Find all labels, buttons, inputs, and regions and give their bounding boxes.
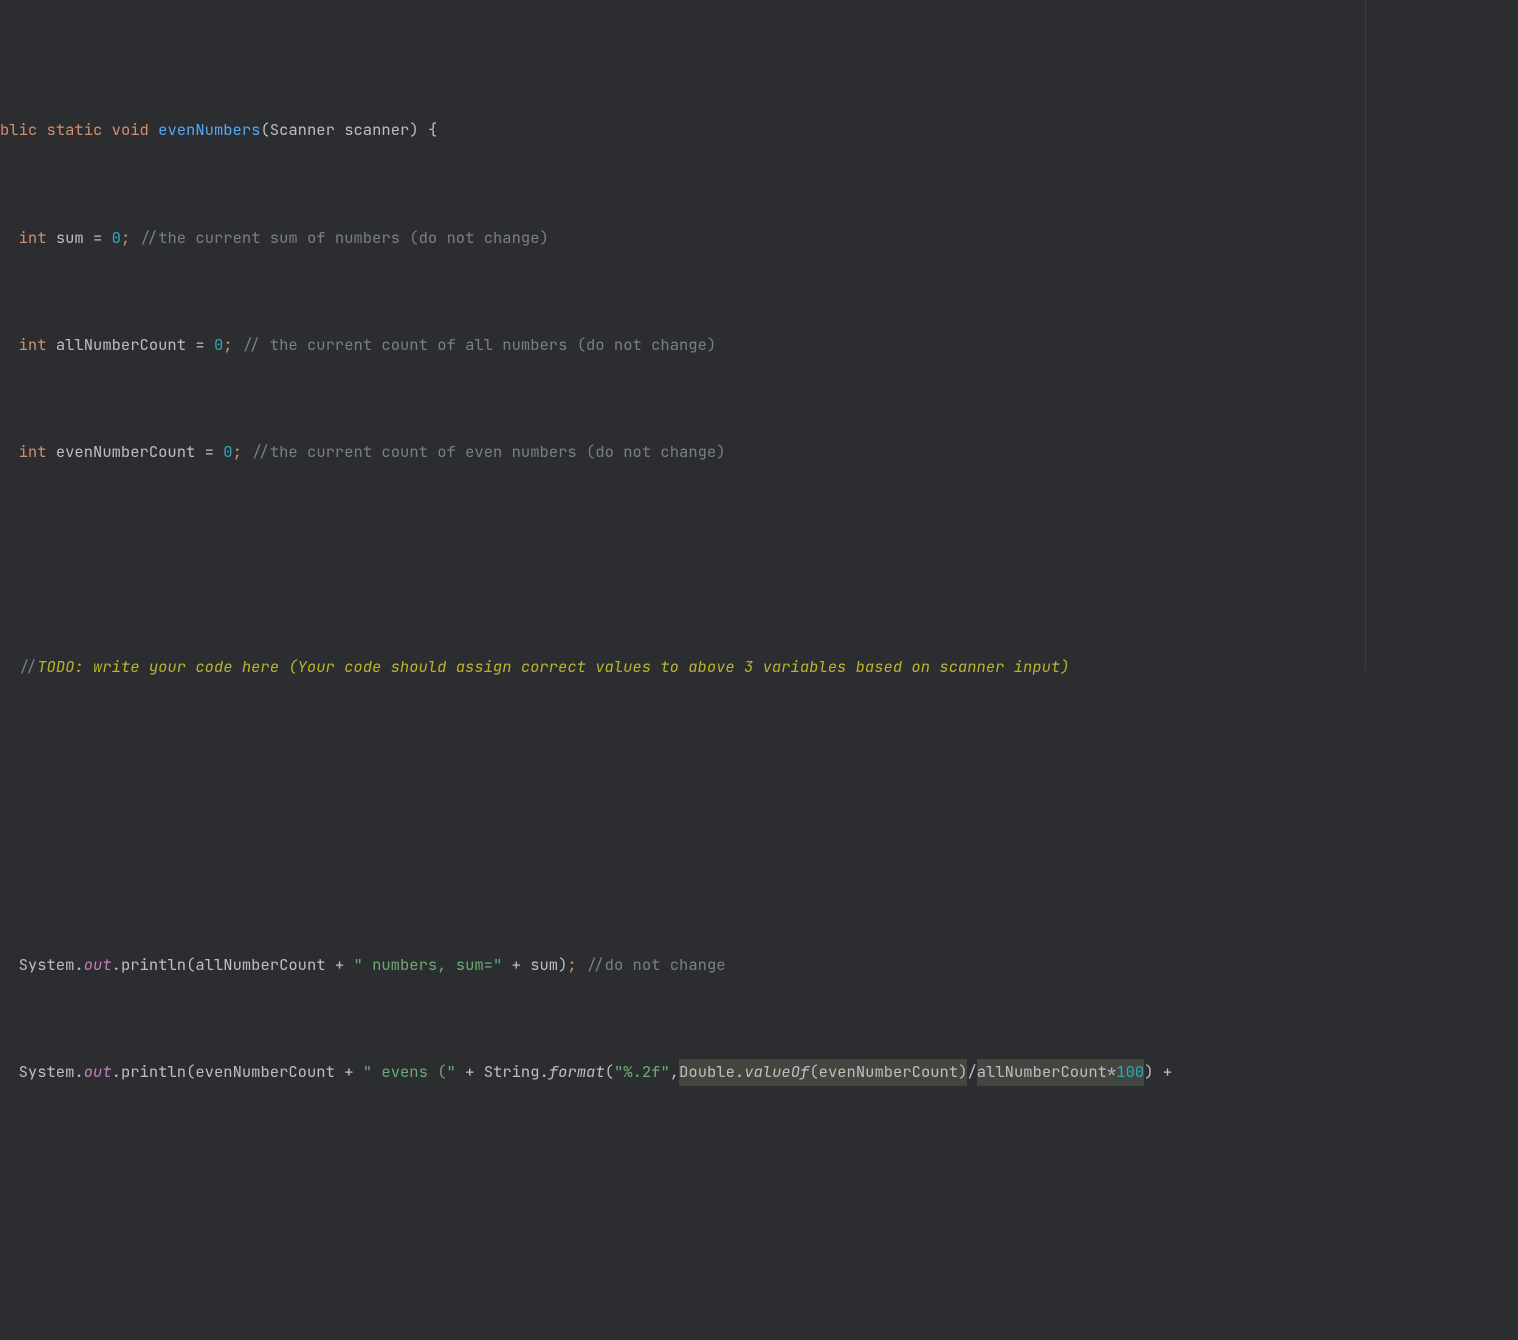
blank-line[interactable] xyxy=(0,1246,1518,1279)
class-ref: Double xyxy=(679,1061,735,1082)
string: " numbers, sum=" xyxy=(353,953,502,978)
operator: = xyxy=(195,333,204,358)
parameter: scanner xyxy=(344,118,409,143)
string: "%.2f" xyxy=(614,1060,670,1085)
keyword: void xyxy=(112,118,149,143)
method-name: evenNumbers xyxy=(158,118,260,143)
number: 100 xyxy=(1116,1061,1144,1082)
field: out xyxy=(84,1060,112,1085)
ruler-guide xyxy=(1365,0,1366,670)
variable: evenNumberCount xyxy=(56,440,196,465)
variable: allNumberCount xyxy=(195,953,325,978)
type: int xyxy=(19,333,47,358)
paren: ( xyxy=(260,118,269,143)
number: 0 xyxy=(214,333,223,358)
variable: evenNumberCount xyxy=(819,1061,959,1082)
field: out xyxy=(84,953,112,978)
number: 0 xyxy=(223,440,232,465)
variable: evenNumberCount xyxy=(195,1060,335,1085)
variable: allNumberCount xyxy=(977,1061,1107,1082)
method-call: format xyxy=(549,1060,605,1085)
code-line[interactable]: System.out.println(allNumberCount + " nu… xyxy=(0,949,1518,982)
variable: allNumberCount xyxy=(56,333,186,358)
operator: = xyxy=(205,440,214,465)
method-call: println xyxy=(121,1060,186,1085)
code-line[interactable]: //TODO: write your code here (Your code … xyxy=(0,651,1518,684)
keyword: static xyxy=(47,118,103,143)
comment: //the current count of even numbers (do … xyxy=(251,440,725,465)
highlighted-code: Double.valueOf(evenNumberCount) xyxy=(679,1059,967,1086)
code-line[interactable]: int evenNumberCount = 0; //the current c… xyxy=(0,436,1518,469)
code-line[interactable]: System.out.println(evenNumberCount + " e… xyxy=(0,1056,1518,1089)
type: int xyxy=(19,440,47,465)
type: int xyxy=(19,226,47,251)
code-editor[interactable]: blic static void evenNumbers(Scanner sca… xyxy=(0,0,1518,1340)
operator: = xyxy=(93,226,102,251)
comment: // the current count of all numbers (do … xyxy=(242,333,716,358)
code-line[interactable]: blic static void evenNumbers(Scanner sca… xyxy=(0,114,1518,147)
semicolon: ; xyxy=(233,440,242,465)
method-call: println xyxy=(121,953,186,978)
string: " evens (" xyxy=(363,1060,456,1085)
semicolon: ; xyxy=(121,226,130,251)
blank-line[interactable] xyxy=(0,1163,1518,1196)
class-ref: System xyxy=(19,953,75,978)
number: 0 xyxy=(112,226,121,251)
comment: //do not change xyxy=(586,953,726,978)
code-line[interactable]: int sum = 0; //the current sum of number… xyxy=(0,222,1518,255)
comment-slashes: // xyxy=(19,655,38,680)
code-line[interactable]: int allNumberCount = 0; // the current c… xyxy=(0,329,1518,362)
keyword: blic xyxy=(0,118,37,143)
class-ref: String xyxy=(484,1060,540,1085)
paren: ) xyxy=(409,118,418,143)
todo-comment: TODO: write your code here (Your code sh… xyxy=(37,655,1069,680)
class-ref: System xyxy=(19,1060,75,1085)
variable: sum xyxy=(56,226,84,251)
comment: //the current sum of numbers (do not cha… xyxy=(140,226,549,251)
blank-line[interactable] xyxy=(0,544,1518,577)
method-call: valueOf xyxy=(744,1061,809,1082)
blank-line[interactable] xyxy=(0,759,1518,792)
highlighted-code: allNumberCount*100 xyxy=(977,1059,1144,1086)
class-name: Scanner xyxy=(270,118,335,143)
variable: sum xyxy=(530,953,558,978)
semicolon: ; xyxy=(223,333,232,358)
blank-line[interactable] xyxy=(0,841,1518,874)
brace: { xyxy=(428,118,437,143)
